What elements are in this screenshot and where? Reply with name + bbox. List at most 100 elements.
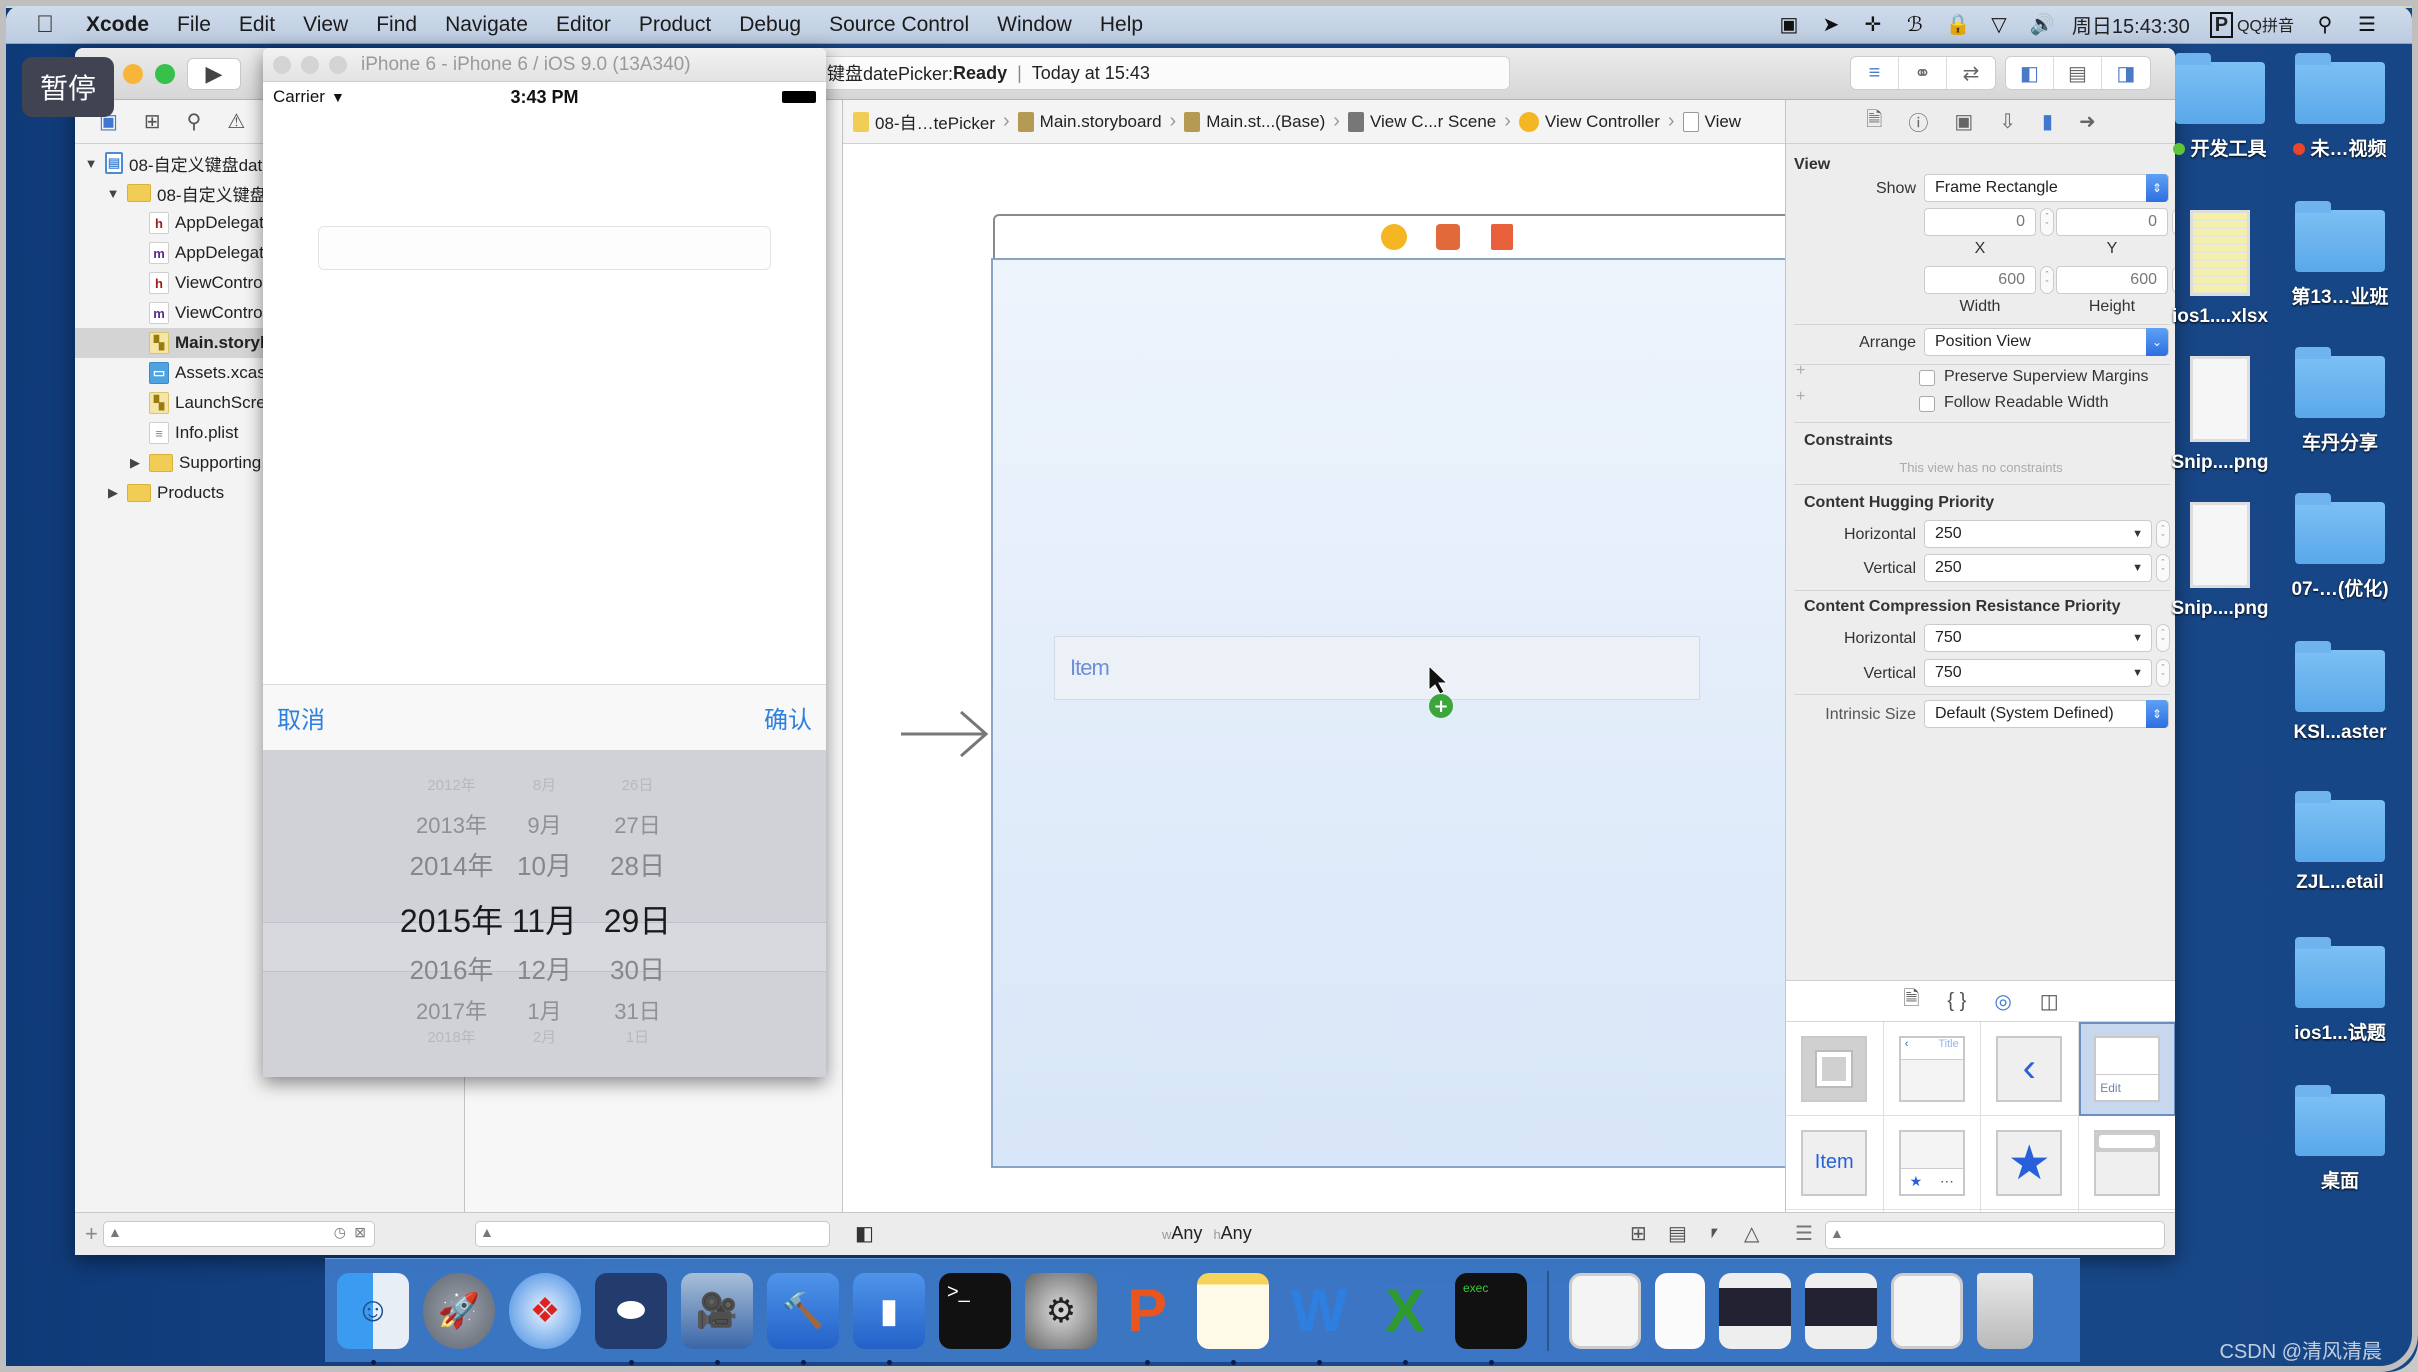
library-filter-field[interactable]: ▲	[1825, 1221, 2165, 1249]
picker-row[interactable]: 2018年 2月 1日	[263, 1026, 826, 1047]
desktop-icon[interactable]: 未…视频	[2280, 53, 2400, 161]
picker-row[interactable]: 2014年 10月 28日	[263, 846, 826, 883]
exit-icon[interactable]	[1491, 224, 1513, 250]
picker-row-selected[interactable]: 2015年 11月 29日	[263, 896, 826, 942]
menu-edit[interactable]: Edit	[225, 13, 289, 37]
menu-app-xcode[interactable]: Xcode	[72, 13, 163, 37]
menu-find[interactable]: Find	[362, 13, 431, 37]
library-item-navigation-bar[interactable]: ‹ Title	[1883, 1022, 1981, 1116]
library-item-search-bar[interactable]	[2078, 1116, 2175, 1210]
picker-row[interactable]: 2016年 12月 30日	[263, 950, 826, 987]
first-responder-icon[interactable]	[1436, 224, 1460, 250]
jumpbar-crumb-view-controller[interactable]: View Controller	[1518, 111, 1660, 132]
library-item-container-view[interactable]	[1786, 1022, 1884, 1116]
date-picker[interactable]: 2012年 8月 26日 2013年 9月 27日 2014年 10月 28日 2015年 11月 2…	[263, 750, 826, 1077]
menu-window[interactable]: Window	[983, 13, 1086, 37]
width-stepper[interactable]: ˆˇ	[2040, 266, 2054, 294]
add-variation-icon[interactable]: +	[1796, 362, 1805, 380]
dock-safari-icon[interactable]: ❖	[509, 1272, 581, 1349]
window-zoom-button[interactable]	[155, 64, 175, 84]
jumpbar-crumb-project[interactable]: 08-自…tePicker	[853, 109, 995, 134]
dock-notes-icon[interactable]	[1197, 1272, 1269, 1365]
view-controller-scene[interactable]: Item +	[991, 258, 1873, 1168]
menu-editor[interactable]: Editor	[542, 13, 625, 37]
desktop-icon[interactable]: 07-…(优化)	[2280, 493, 2400, 601]
compression-vertical-stepper[interactable]: ˆˇ	[2156, 659, 2170, 687]
jumpbar-crumb-storyboard[interactable]: Main.storyboard	[1017, 111, 1162, 132]
connections-inspector-icon[interactable]: ➜	[2079, 109, 2096, 134]
bluetooth-icon[interactable]: ℬ	[1904, 14, 1926, 36]
cancel-button[interactable]: 取消	[277, 700, 325, 735]
file-inspector-icon[interactable]: 🗎	[1866, 105, 1882, 139]
airplane-icon[interactable]: ✛	[1862, 14, 1884, 36]
desktop-icon[interactable]: Snip....png	[2160, 356, 2280, 474]
jumpbar-crumb-base[interactable]: Main.st...(Base)	[1184, 111, 1325, 132]
library-item-tab-bar[interactable]: ★ ⋯	[1883, 1116, 1981, 1210]
notification-center-icon[interactable]: ☰	[2356, 14, 2378, 36]
location-icon[interactable]: ➤	[1820, 14, 1842, 36]
add-variation-icon[interactable]: +	[1796, 388, 1805, 406]
outline-filter-field[interactable]: ▲	[475, 1221, 830, 1247]
embed-in-stack-icon[interactable]: ⊞	[1630, 1221, 1647, 1246]
dock-finder-icon[interactable]: ☺	[337, 1272, 409, 1365]
show-popup[interactable]: Frame Rectangle ⇕	[1924, 174, 2169, 202]
object-library-icon[interactable]: ◎	[1994, 989, 2011, 1014]
pause-overlay-badge[interactable]: 暂停	[22, 57, 114, 117]
x-field[interactable]: 0	[1924, 208, 2036, 236]
jumpbar-crumb-view[interactable]: View	[1682, 111, 1741, 132]
run-button[interactable]: ▶	[187, 58, 241, 90]
wifi-icon[interactable]: ▽	[1988, 14, 2010, 36]
file-template-library-icon[interactable]: 🗎	[1903, 984, 1919, 1018]
menu-source-control[interactable]: Source Control	[815, 13, 983, 37]
menu-help[interactable]: Help	[1086, 13, 1157, 37]
toggle-navigator-icon[interactable]: ◧	[2006, 57, 2054, 89]
disclosure-open-icon[interactable]: ▼	[83, 156, 99, 171]
compression-horizontal-stepper[interactable]: ˆˇ	[2156, 624, 2170, 652]
menu-view[interactable]: View	[289, 13, 362, 37]
code-snippet-library-icon[interactable]: { }	[1947, 990, 1966, 1013]
sim-close-button[interactable]	[273, 55, 291, 74]
dock-powerpoint-icon[interactable]: P	[1111, 1273, 1183, 1365]
library-item-navigation-item[interactable]: ‹	[1981, 1022, 2079, 1116]
apple-menu-icon[interactable]: 	[6, 11, 72, 39]
picker-row[interactable]: 2017年 1月 31日	[263, 994, 826, 1026]
hugging-horizontal-combo[interactable]: 250 ▼	[1924, 520, 2152, 548]
height-field[interactable]: 600	[2056, 266, 2168, 294]
dock-document-1-icon[interactable]	[1569, 1272, 1641, 1349]
issue-navigator-tab-icon[interactable]: ⚠	[227, 109, 245, 134]
size-class-control[interactable]: wAny hAny	[1162, 1223, 1252, 1244]
lock-icon[interactable]: 🔒	[1946, 14, 1971, 36]
desktop-icon[interactable]: 车丹分享	[2280, 347, 2400, 455]
date-text-field[interactable]	[318, 226, 771, 270]
menu-product[interactable]: Product	[625, 13, 725, 37]
library-item-toolbar[interactable]: Edit	[2078, 1022, 2175, 1116]
spotlight-search-icon[interactable]: ⚲	[2314, 14, 2336, 36]
dock-instruments-icon[interactable]: ▮	[853, 1272, 925, 1365]
readable-width-checkbox[interactable]	[1919, 396, 1935, 412]
dock-document-2-icon[interactable]	[1655, 1272, 1705, 1349]
desktop-icon[interactable]: ZJL...etail	[2280, 791, 2400, 894]
dock-exec-icon[interactable]: exec	[1455, 1272, 1527, 1365]
size-inspector-icon[interactable]: ▮	[2042, 109, 2053, 134]
sim-zoom-button[interactable]	[329, 55, 347, 74]
desktop-icon[interactable]: 第13…业班	[2280, 201, 2400, 309]
symbol-navigator-tab-icon[interactable]: ⊞	[144, 109, 161, 134]
desktop-icon[interactable]: Snip....png	[2160, 502, 2280, 620]
find-navigator-tab-icon[interactable]: ⚲	[187, 109, 202, 134]
toggle-utilities-icon[interactable]: ◨	[2102, 57, 2150, 89]
dock-screenshot-1-icon[interactable]	[1719, 1272, 1791, 1349]
dock-trash-icon[interactable]	[1977, 1272, 2033, 1349]
pin-icon[interactable]: ⎖	[1706, 1221, 1722, 1244]
dock-xcode-icon[interactable]: 🔨	[767, 1272, 839, 1365]
screen-record-icon[interactable]: ▣	[1778, 14, 1800, 36]
y-field[interactable]: 0	[2056, 208, 2168, 236]
desktop-icon[interactable]: KSI...aster	[2280, 641, 2400, 744]
compression-vertical-combo[interactable]: 750 ▼	[1924, 659, 2152, 687]
desktop-icon[interactable]: 桌面	[2280, 1085, 2400, 1193]
dock-screenshot-2-icon[interactable]	[1805, 1272, 1877, 1349]
window-minimize-button[interactable]	[123, 64, 143, 84]
toggle-outline-icon[interactable]: ◧	[855, 1221, 874, 1246]
dock-mouse-app-icon[interactable]: ⬬	[595, 1272, 667, 1365]
dock-launchpad-icon[interactable]: 🚀	[423, 1272, 495, 1349]
clock[interactable]: 周日15:43:30	[2072, 10, 2190, 39]
